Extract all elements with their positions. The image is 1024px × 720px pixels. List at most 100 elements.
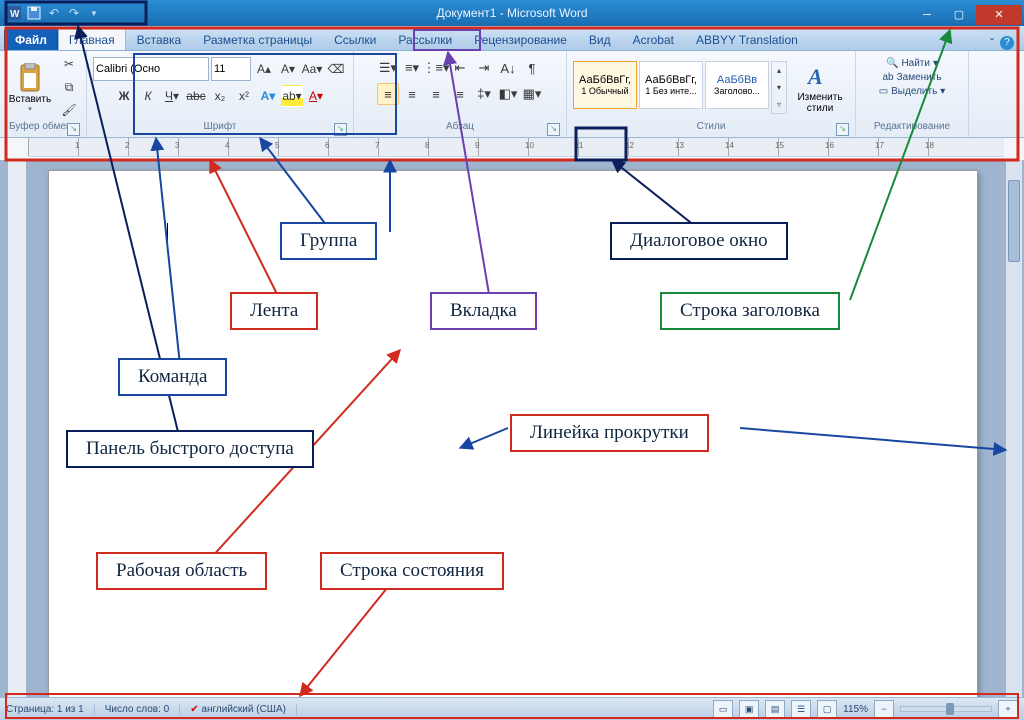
title-bar: W ↶ ↷ ▼ Документ1 - Microsoft Word ─ ▢ ✕ — [0, 0, 1024, 26]
find-button[interactable]: 🔍Найти ▾ — [884, 57, 940, 70]
clipboard-icon — [14, 62, 46, 94]
group-font: A▴ A▾ Aa▾ ⌫ Ж К Ч▾ abc x₂ x² A▾ ab▾ A▾ Ш… — [87, 51, 354, 137]
styles-scroll-up[interactable]: ▴ — [772, 62, 786, 79]
clear-formatting-button[interactable]: ⌫ — [325, 58, 347, 80]
tab-insert[interactable]: Вставка — [126, 28, 193, 50]
status-word-count[interactable]: Число слов: 0 — [105, 704, 180, 715]
redo-icon[interactable]: ↷ — [66, 5, 82, 21]
increase-indent-button[interactable]: ⇥ — [473, 57, 495, 79]
multilevel-button[interactable]: ⋮≡▾ — [425, 57, 447, 79]
change-case-button[interactable]: Aa▾ — [301, 58, 323, 80]
view-web-layout[interactable]: ▤ — [765, 700, 785, 718]
tab-abbyy[interactable]: ABBYY Translation — [685, 28, 809, 50]
superscript-button[interactable]: x² — [233, 85, 255, 107]
tab-review[interactable]: Рецензирование — [463, 28, 578, 50]
zoom-level[interactable]: 115% — [843, 704, 868, 715]
zoom-out-button[interactable]: − — [874, 700, 894, 718]
text-cursor — [167, 223, 168, 241]
line-spacing-button[interactable]: ‡▾ — [473, 83, 495, 105]
replace-button[interactable]: abЗаменить — [880, 71, 943, 84]
undo-icon[interactable]: ↶ — [46, 5, 62, 21]
borders-button[interactable]: ▦▾ — [521, 83, 543, 105]
styles-dialog-launcher[interactable]: ↘ — [836, 123, 849, 136]
horizontal-ruler[interactable]: 123456789101112131415161718 — [28, 138, 1004, 157]
window-title: Документ1 - Microsoft Word — [436, 6, 587, 20]
svg-text:A: A — [806, 64, 823, 89]
show-marks-button[interactable]: ¶ — [521, 57, 543, 79]
help-icon[interactable]: ? — [1000, 36, 1014, 50]
font-size-selector[interactable] — [211, 57, 251, 81]
status-language[interactable]: ✔ английский (США) — [190, 704, 297, 715]
numbering-button[interactable]: ≡▾ — [401, 57, 423, 79]
close-button[interactable]: ✕ — [976, 5, 1022, 25]
copy-button[interactable]: ⧉ — [58, 76, 80, 98]
view-draft[interactable]: ▢ — [817, 700, 837, 718]
align-left-button[interactable]: ≡ — [377, 83, 399, 105]
group-paragraph: ☰▾ ≡▾ ⋮≡▾ ⇤ ⇥ A↓ ¶ ≡ ≡ ≡ ≡ ‡▾ ◧▾ ▦▾ Абза… — [354, 51, 567, 137]
grow-font-button[interactable]: A▴ — [253, 58, 275, 80]
font-color-button[interactable]: A▾ — [305, 85, 327, 107]
decrease-indent-button[interactable]: ⇤ — [449, 57, 471, 79]
format-painter-button[interactable]: 🖌 — [58, 99, 80, 121]
highlight-button[interactable]: ab▾ — [281, 85, 303, 107]
align-center-button[interactable]: ≡ — [401, 83, 423, 105]
group-label-styles: Стили — [697, 121, 726, 132]
bullets-button[interactable]: ☰▾ — [377, 57, 399, 79]
document-page[interactable] — [48, 170, 978, 698]
font-dialog-launcher[interactable]: ↘ — [334, 123, 347, 136]
styles-gallery[interactable]: АаБбВвГг,1 Обычный АаБбВвГг,1 Без инте..… — [573, 61, 787, 114]
cut-button[interactable]: ✂ — [58, 53, 80, 75]
tab-acrobat[interactable]: Acrobat — [622, 28, 685, 50]
shrink-font-button[interactable]: A▾ — [277, 58, 299, 80]
vertical-ruler[interactable] — [8, 160, 26, 698]
shading-button[interactable]: ◧▾ — [497, 83, 519, 105]
tab-file[interactable]: Файл — [4, 28, 58, 50]
scrollbar-thumb[interactable] — [1008, 180, 1020, 262]
save-icon[interactable] — [26, 5, 42, 21]
strikethrough-button[interactable]: abc — [185, 85, 207, 107]
bold-button[interactable]: Ж — [113, 85, 135, 107]
font-name-selector[interactable] — [93, 57, 209, 81]
quick-access-toolbar: W ↶ ↷ ▼ — [0, 5, 108, 21]
style-heading1[interactable]: АаБбВвЗаголово... — [705, 61, 769, 109]
group-styles: АаБбВвГг,1 Обычный АаБбВвГг,1 Без инте..… — [567, 51, 856, 137]
view-full-screen[interactable]: ▣ — [739, 700, 759, 718]
document-area — [0, 160, 1024, 698]
sort-button[interactable]: A↓ — [497, 57, 519, 79]
clipboard-dialog-launcher[interactable]: ↘ — [67, 123, 80, 136]
text-effects-button[interactable]: A▾ — [257, 85, 279, 107]
paragraph-dialog-launcher[interactable]: ↘ — [547, 123, 560, 136]
view-outline[interactable]: ☰ — [791, 700, 811, 718]
minimize-button[interactable]: ─ — [912, 5, 942, 25]
zoom-slider[interactable] — [900, 706, 992, 712]
justify-button[interactable]: ≡ — [449, 83, 471, 105]
group-label-editing: Редактирование — [874, 121, 950, 132]
minimize-ribbon-icon[interactable]: ˇ — [990, 36, 994, 50]
maximize-button[interactable]: ▢ — [944, 5, 974, 25]
qat-dropdown-icon[interactable]: ▼ — [86, 5, 102, 21]
group-label-font: Шрифт — [204, 121, 237, 132]
zoom-in-button[interactable]: + — [998, 700, 1018, 718]
tab-page-layout[interactable]: Разметка страницы — [192, 28, 323, 50]
tab-references[interactable]: Ссылки — [323, 28, 387, 50]
view-print-layout[interactable]: ▭ — [713, 700, 733, 718]
status-page[interactable]: Страница: 1 из 1 — [6, 704, 95, 715]
tab-mailings[interactable]: Рассылки — [387, 28, 463, 50]
spellcheck-icon: ✔ — [190, 704, 198, 715]
select-button[interactable]: ▭Выделить ▾ — [877, 85, 948, 98]
align-right-button[interactable]: ≡ — [425, 83, 447, 105]
tab-view[interactable]: Вид — [578, 28, 622, 50]
change-styles-button[interactable]: A Изменить стили — [791, 53, 849, 121]
styles-more[interactable]: ▿ — [772, 96, 786, 113]
style-no-spacing[interactable]: АаБбВвГг,1 Без инте... — [639, 61, 703, 109]
underline-button[interactable]: Ч▾ — [161, 85, 183, 107]
paste-button[interactable]: Вставить ▾ — [6, 53, 54, 121]
tab-home[interactable]: Главная — [58, 28, 126, 50]
styles-scroll-down[interactable]: ▾ — [772, 79, 786, 96]
group-label-paragraph: Абзац — [446, 121, 474, 132]
italic-button[interactable]: К — [137, 85, 159, 107]
subscript-button[interactable]: x₂ — [209, 85, 231, 107]
replace-icon: ab — [882, 72, 893, 83]
style-normal[interactable]: АаБбВвГг,1 Обычный — [573, 61, 637, 109]
vertical-scrollbar[interactable] — [1006, 160, 1022, 698]
